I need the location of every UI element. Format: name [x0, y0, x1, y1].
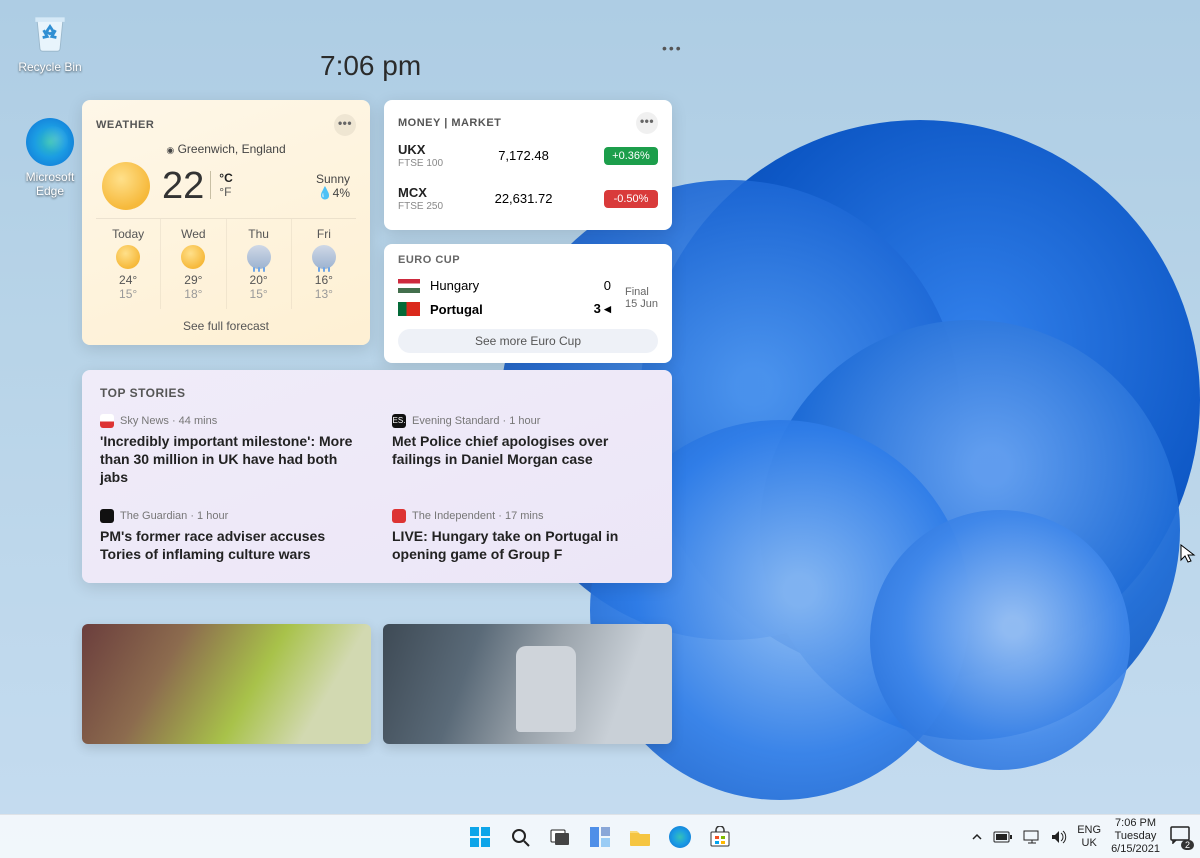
desktop-icon-edge[interactable]: Microsoft Edge — [12, 118, 88, 198]
story-headline[interactable]: PM's former race adviser accuses Tories … — [100, 527, 362, 563]
sun-icon — [181, 245, 205, 269]
source-icon — [100, 509, 114, 523]
euro-cup-card[interactable]: EURO CUP Hungary 0 Portugal 3 ◂ Final 15… — [384, 244, 672, 363]
money-title: MONEY | MARKET — [398, 117, 501, 129]
top-stories-title: TOP STORIES — [100, 386, 654, 400]
story-item[interactable]: ES.Evening Standard · 1 hour Met Police … — [392, 414, 654, 487]
forecast-day[interactable]: Fri 16° 13° — [292, 219, 356, 309]
language-indicator[interactable]: ENGUK — [1077, 824, 1101, 850]
flag-icon — [398, 279, 420, 293]
store-button[interactable] — [705, 822, 735, 852]
match-status: Final — [625, 286, 658, 298]
top-stories-card[interactable]: TOP STORIES Sky News · 44 mins 'Incredib… — [82, 370, 672, 583]
weather-card[interactable]: WEATHER ••• ◉ Greenwich, England 22 °C °… — [82, 100, 370, 345]
weather-precip: 💧4% — [316, 186, 350, 200]
weather-more-button[interactable]: ••• — [334, 114, 356, 136]
widgets-button[interactable] — [585, 822, 615, 852]
widgets-menu-button[interactable]: ••• — [662, 40, 683, 56]
tray-chevron-icon[interactable] — [971, 831, 983, 843]
weather-condition: Sunny — [316, 172, 350, 186]
story-headline[interactable]: LIVE: Hungary take on Portugal in openin… — [392, 527, 654, 563]
widgets-time: 7:06 pm — [320, 50, 421, 82]
story-headline[interactable]: Met Police chief apologises over failing… — [392, 432, 654, 468]
stock-row[interactable]: MCXFTSE 250 22,631.72 -0.50% — [398, 177, 658, 220]
sun-icon — [116, 245, 140, 269]
match-team-row: Hungary 0 — [398, 274, 611, 297]
unit-f[interactable]: °F — [219, 185, 232, 199]
stock-row[interactable]: UKXFTSE 100 7,172.48 +0.36% — [398, 134, 658, 177]
mouse-cursor-icon — [1180, 544, 1196, 564]
desktop-icon-label: Microsoft Edge — [12, 170, 88, 198]
taskbar: ENGUK 7:06 PMTuesday6/15/2021 2 — [0, 814, 1200, 858]
notification-badge: 2 — [1181, 840, 1194, 850]
network-icon[interactable] — [1023, 830, 1041, 844]
match-date: 15 Jun — [625, 298, 658, 310]
money-card[interactable]: MONEY | MARKET ••• UKXFTSE 100 7,172.48 … — [384, 100, 672, 230]
news-thumbnails — [82, 624, 672, 744]
money-more-button[interactable]: ••• — [636, 112, 658, 134]
recycle-bin-icon — [26, 8, 74, 56]
clock-date[interactable]: 7:06 PMTuesday6/15/2021 — [1111, 817, 1160, 856]
edge-icon — [26, 118, 74, 166]
weather-temp: 22 — [162, 165, 204, 208]
task-view-button[interactable] — [545, 822, 575, 852]
change-pill: +0.36% — [604, 147, 658, 165]
widgets-panel: WEATHER ••• ◉ Greenwich, England 22 °C °… — [82, 100, 672, 345]
euro-title: EURO CUP — [398, 254, 658, 266]
source-icon — [392, 509, 406, 523]
story-item[interactable]: The Guardian · 1 hour PM's former race a… — [100, 509, 362, 563]
news-thumbnail[interactable] — [383, 624, 672, 744]
weather-full-forecast-link[interactable]: See full forecast — [96, 309, 356, 335]
notifications-button[interactable]: 2 — [1170, 826, 1192, 848]
forecast-day[interactable]: Today 24° 15° — [96, 219, 161, 309]
search-button[interactable] — [505, 822, 535, 852]
story-item[interactable]: Sky News · 44 mins 'Incredibly important… — [100, 414, 362, 487]
source-icon: ES. — [392, 414, 406, 428]
volume-icon[interactable] — [1051, 830, 1067, 844]
weather-title: WEATHER — [96, 119, 154, 131]
source-icon — [100, 414, 114, 428]
rain-icon — [312, 245, 336, 269]
euro-see-more-link[interactable]: See more Euro Cup — [398, 329, 658, 353]
start-button[interactable] — [465, 822, 495, 852]
desktop-icon-recycle-bin[interactable]: Recycle Bin — [12, 8, 88, 74]
unit-c[interactable]: °C — [219, 171, 232, 185]
edge-taskbar-button[interactable] — [665, 822, 695, 852]
forecast-day[interactable]: Thu 20° 15° — [227, 219, 292, 309]
match-team-row: Portugal 3 ◂ — [398, 297, 611, 321]
story-headline[interactable]: 'Incredibly important milestone': More t… — [100, 432, 362, 487]
story-item[interactable]: The Independent · 17 mins LIVE: Hungary … — [392, 509, 654, 563]
rain-icon — [247, 245, 271, 269]
file-explorer-button[interactable] — [625, 822, 655, 852]
forecast-day[interactable]: Wed 29° 18° — [161, 219, 226, 309]
weather-sun-icon — [102, 162, 150, 210]
battery-icon[interactable] — [993, 831, 1013, 843]
weather-location: Greenwich, England — [178, 142, 286, 156]
news-thumbnail[interactable] — [82, 624, 371, 744]
desktop-icon-label: Recycle Bin — [12, 60, 88, 74]
flag-icon — [398, 302, 420, 316]
change-pill: -0.50% — [604, 190, 658, 208]
